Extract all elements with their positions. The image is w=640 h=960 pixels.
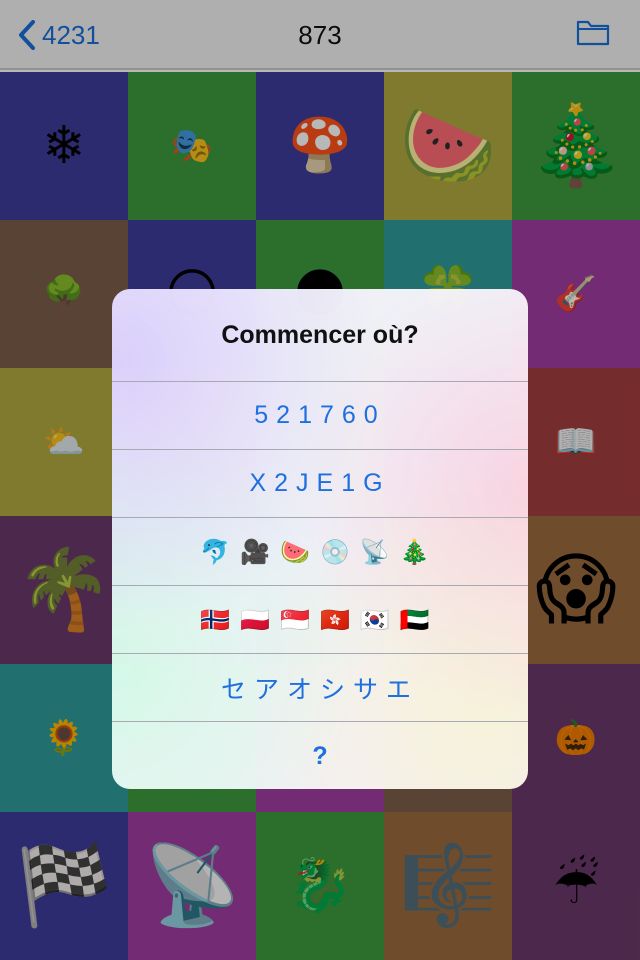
option-numeric-button[interactable]: 521760 [112,382,528,450]
option-emoji-button[interactable]: 🐬🎥🍉💿📡🎄 [112,518,528,586]
option-help-button[interactable]: ? [112,722,528,789]
option-alphanumeric-button[interactable]: X2JE1G [112,450,528,518]
option-katakana-button[interactable]: セアオシサエ [112,654,528,722]
start-dialog: Commencer où? 521760 X2JE1G 🐬🎥🍉💿📡🎄 🇳🇴🇵🇱🇸… [112,289,528,789]
dialog-title: Commencer où? [112,289,528,382]
option-flags-button[interactable]: 🇳🇴🇵🇱🇸🇬🇭🇰🇰🇷🇦🇪 [112,586,528,654]
